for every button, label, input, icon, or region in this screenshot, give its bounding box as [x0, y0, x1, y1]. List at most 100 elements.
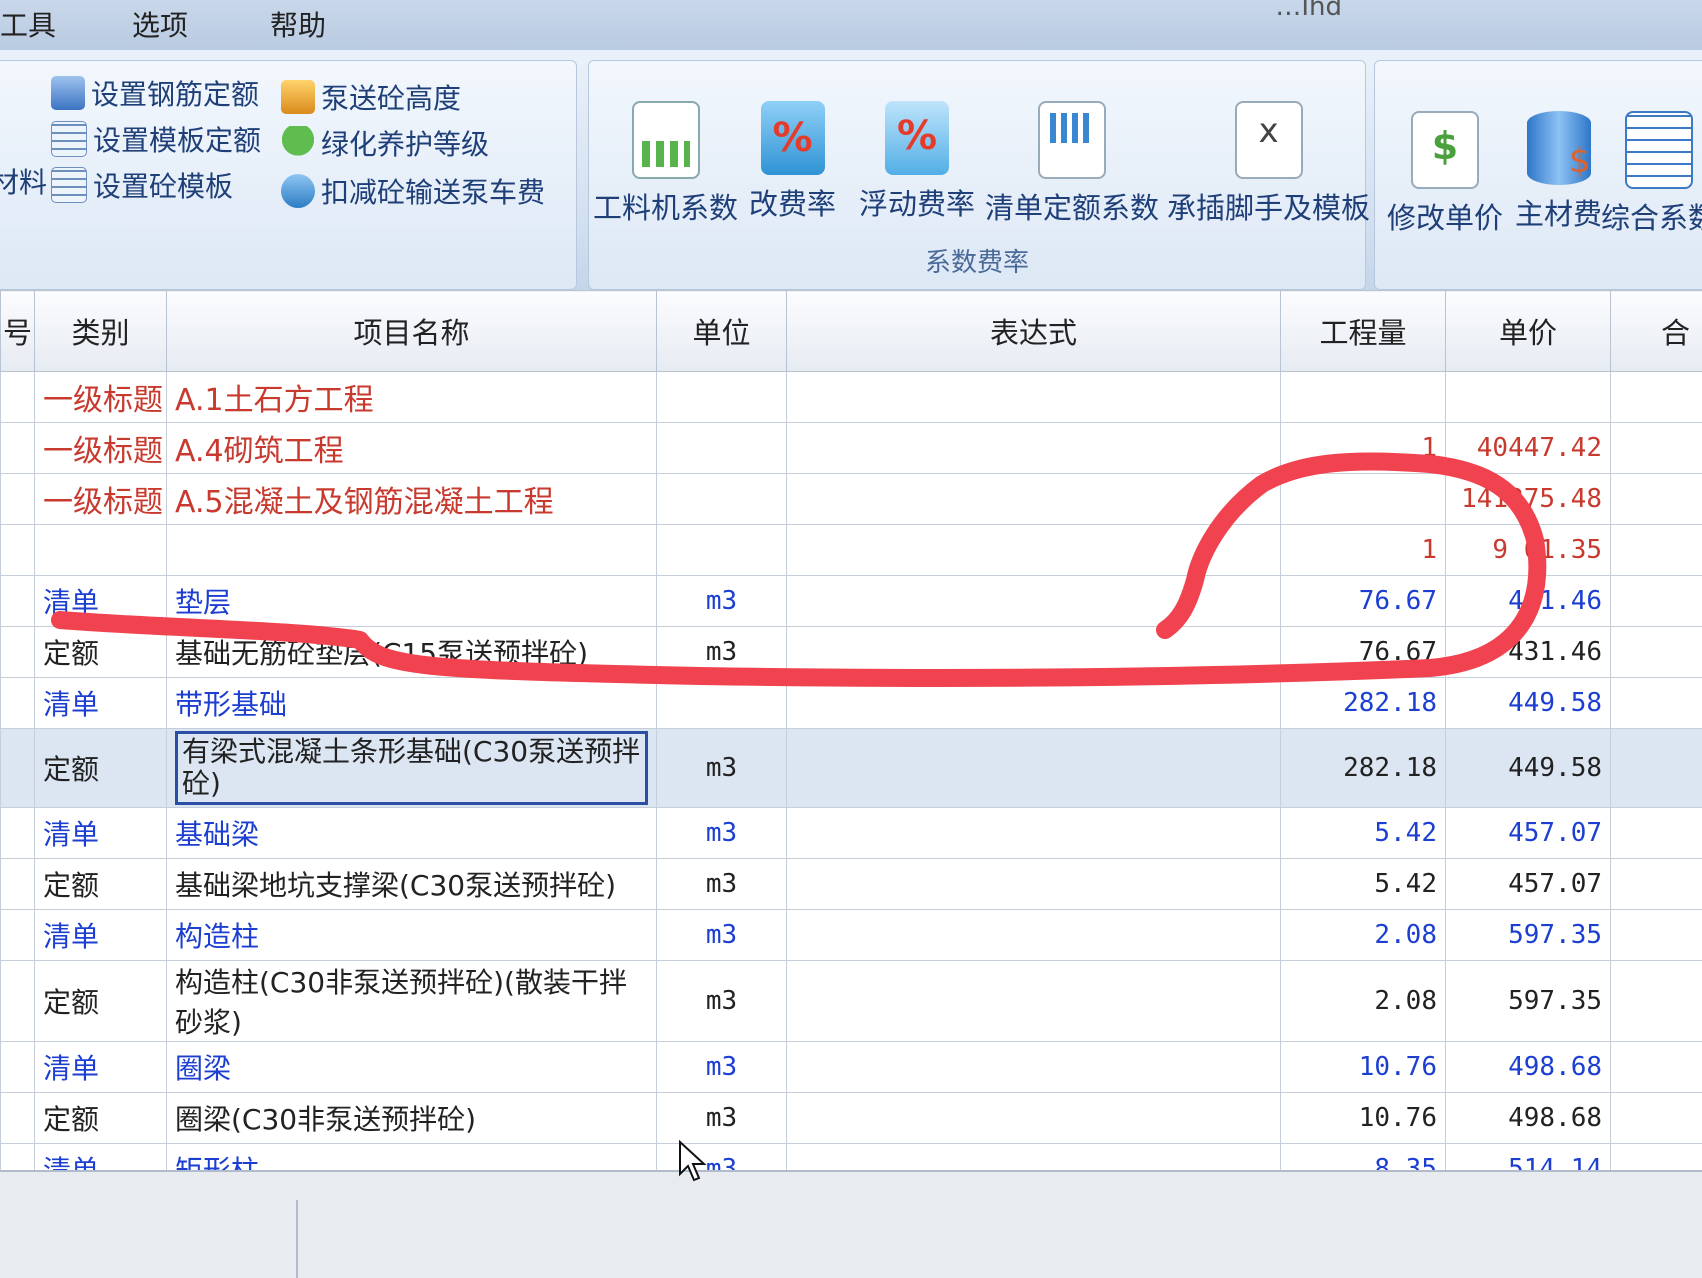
expression-cell[interactable]: [787, 859, 1281, 910]
total-cell[interactable]: 14: [1611, 474, 1702, 525]
quantity-cell[interactable]: 1: [1281, 423, 1446, 474]
category-cell[interactable]: 清单: [35, 910, 167, 961]
table-row[interactable]: 清单圈梁m310.76498.685: [1, 1042, 1702, 1093]
unit-cell[interactable]: [657, 372, 787, 423]
total-cell[interactable]: 1: [1611, 910, 1702, 961]
modify-price-button[interactable]: $ 修改单价: [1387, 111, 1503, 237]
col-index[interactable]: 号: [1, 291, 35, 372]
unit-price-cell[interactable]: 449.58: [1446, 729, 1611, 808]
unit-price-cell[interactable]: 498.68: [1446, 1042, 1611, 1093]
expression-cell[interactable]: [787, 729, 1281, 808]
unit-cell[interactable]: m3: [657, 1093, 787, 1144]
category-cell[interactable]: 一级标题: [35, 474, 167, 525]
unit-cell[interactable]: m3: [657, 729, 787, 808]
expression-cell[interactable]: [787, 627, 1281, 678]
total-cell[interactable]: 3: [1611, 627, 1702, 678]
quantity-cell[interactable]: 8.35: [1281, 1144, 1446, 1171]
name-cell[interactable]: 构造柱: [167, 910, 657, 961]
row-index-cell[interactable]: [1, 627, 35, 678]
greening-level-button[interactable]: 绿化养护等级: [281, 123, 489, 163]
total-cell[interactable]: 3: [1611, 576, 1702, 627]
category-cell[interactable]: 清单: [35, 576, 167, 627]
menu-options[interactable]: 选项: [132, 4, 188, 44]
name-cell[interactable]: 带形基础: [167, 678, 657, 729]
table-row[interactable]: 定额基础梁地坑支撑梁(C30泵送预拌砼)m35.42457.072: [1, 859, 1702, 910]
col-category[interactable]: 类别: [35, 291, 167, 372]
expression-cell[interactable]: [787, 910, 1281, 961]
unit-price-cell[interactable]: 449.58: [1446, 678, 1611, 729]
row-index-cell[interactable]: [1, 1144, 35, 1171]
menu-tools[interactable]: 工具: [0, 4, 56, 44]
unit-cell[interactable]: m3: [657, 1144, 787, 1171]
quantity-cell[interactable]: 76.67: [1281, 627, 1446, 678]
quantity-cell[interactable]: 1: [1281, 525, 1446, 576]
expression-cell[interactable]: [787, 1093, 1281, 1144]
unit-cell[interactable]: [657, 423, 787, 474]
category-cell[interactable]: 定额: [35, 1093, 167, 1144]
expression-cell[interactable]: [787, 808, 1281, 859]
table-row[interactable]: 清单构造柱m32.08597.351: [1, 910, 1702, 961]
col-total[interactable]: 合: [1611, 291, 1702, 372]
quantity-cell[interactable]: [1281, 474, 1446, 525]
name-cell[interactable]: A.4砌筑工程: [167, 423, 657, 474]
unit-cell[interactable]: m3: [657, 808, 787, 859]
col-quantity[interactable]: 工程量: [1281, 291, 1446, 372]
unit-price-cell[interactable]: 141375.48: [1446, 474, 1611, 525]
pane-divider[interactable]: [296, 1200, 298, 1278]
table-row[interactable]: 一级标题A.1土石方工程: [1, 372, 1702, 423]
expression-cell[interactable]: [787, 525, 1281, 576]
category-cell[interactable]: 定额: [35, 961, 167, 1042]
unit-price-cell[interactable]: 514.14: [1446, 1144, 1611, 1171]
name-cell[interactable]: 基础梁地坑支撑梁(C30泵送预拌砼): [167, 859, 657, 910]
unit-price-cell[interactable]: 597.35: [1446, 910, 1611, 961]
name-cell[interactable]: A.1土石方工程: [167, 372, 657, 423]
category-cell[interactable]: 定额: [35, 729, 167, 808]
total-cell[interactable]: 42: [1611, 1144, 1702, 1171]
unit-cell[interactable]: m3: [657, 910, 787, 961]
table-row[interactable]: 19 61.3593: [1, 525, 1702, 576]
floating-rate-button[interactable]: % 浮动费率: [859, 101, 975, 223]
name-cell[interactable]: [167, 525, 657, 576]
category-cell[interactable]: 定额: [35, 627, 167, 678]
table-row[interactable]: 清单基础梁m35.42457.072: [1, 808, 1702, 859]
name-cell[interactable]: 圈梁(C30非泵送预拌砼): [167, 1093, 657, 1144]
total-cell[interactable]: 12: [1611, 678, 1702, 729]
quantity-cell[interactable]: 76.67: [1281, 576, 1446, 627]
set-formwork-quota-button[interactable]: 设置模板定额: [51, 119, 261, 159]
unit-cell[interactable]: m3: [657, 576, 787, 627]
table-row[interactable]: 一级标题A.5混凝土及钢筋混凝土工程141375.4814: [1, 474, 1702, 525]
table-row[interactable]: 定额基础无筋砼垫层(C15泵送预拌砼)m376.67431.463: [1, 627, 1702, 678]
category-cell[interactable]: 清单: [35, 678, 167, 729]
pump-height-button[interactable]: 泵送砼高度: [281, 77, 461, 117]
category-cell[interactable]: 一级标题: [35, 423, 167, 474]
category-cell[interactable]: 清单: [35, 1042, 167, 1093]
table-row[interactable]: 定额圈梁(C30非泵送预拌砼)m310.76498.685: [1, 1093, 1702, 1144]
total-cell[interactable]: 5: [1611, 1093, 1702, 1144]
row-index-cell[interactable]: [1, 423, 35, 474]
total-cell[interactable]: 2: [1611, 859, 1702, 910]
name-cell[interactable]: 基础梁: [167, 808, 657, 859]
row-index-cell[interactable]: [1, 1042, 35, 1093]
name-cell[interactable]: 构造柱(C30非泵送预拌砼)(散装干拌砂浆): [167, 961, 657, 1042]
unit-price-cell[interactable]: 457.07: [1446, 808, 1611, 859]
unit-price-cell[interactable]: 40447.42: [1446, 423, 1611, 474]
labor-material-machine-coef-button[interactable]: 工料机系数: [593, 101, 738, 227]
deduct-pump-fee-button[interactable]: 扣减砼输送泵车费: [281, 171, 545, 211]
expression-cell[interactable]: [787, 576, 1281, 627]
table-row[interactable]: 清单带形基础282.18449.5812: [1, 678, 1702, 729]
quantity-cell[interactable]: 10.76: [1281, 1042, 1446, 1093]
table-row[interactable]: 一级标题A.4砌筑工程140447.424: [1, 423, 1702, 474]
unit-cell[interactable]: m3: [657, 627, 787, 678]
row-index-cell[interactable]: [1, 576, 35, 627]
total-cell[interactable]: 2: [1611, 808, 1702, 859]
expression-cell[interactable]: [787, 372, 1281, 423]
set-concrete-formwork-button[interactable]: 设置砼模板: [51, 165, 233, 205]
total-cell[interactable]: 1: [1611, 961, 1702, 1042]
unit-cell[interactable]: m3: [657, 859, 787, 910]
row-index-cell[interactable]: [1, 910, 35, 961]
table-row[interactable]: 定额有梁式混凝土条形基础(C30泵送预拌砼)m3282.18449.5812: [1, 729, 1702, 808]
unit-price-cell[interactable]: 431.46: [1446, 627, 1611, 678]
quantity-cell[interactable]: 282.18: [1281, 729, 1446, 808]
row-index-cell[interactable]: [1, 808, 35, 859]
col-expression[interactable]: 表达式: [787, 291, 1281, 372]
